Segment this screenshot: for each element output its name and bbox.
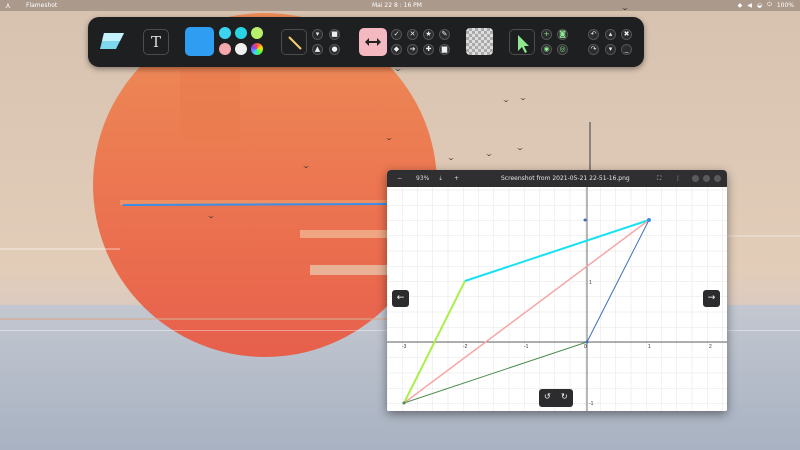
move-up-icon[interactable]: ▴ [605, 29, 616, 40]
cross-icon[interactable]: ✕ [407, 29, 418, 40]
eraser-icon[interactable]: ◆ [391, 44, 402, 55]
rotate-right-button[interactable]: ↻ [561, 392, 568, 401]
color-picker-icon[interactable] [251, 43, 263, 55]
graph-point [585, 340, 589, 344]
line-tool-button[interactable] [281, 29, 307, 55]
x-tick-label: -3 [402, 344, 407, 350]
marker-icon[interactable]: ▾ [312, 29, 323, 40]
maximize-window-button[interactable] [703, 175, 710, 182]
color-swatch-lime[interactable] [251, 27, 263, 39]
top-panel: ⋏ Flameshot Mai 22 8 : 16 PM ◆ ◀ ◒ ⏻ 100… [0, 0, 800, 11]
redo-icon[interactable]: ↷ [588, 44, 599, 55]
graph-point [647, 218, 651, 222]
clock[interactable]: Mai 22 8 : 16 PM [372, 2, 422, 9]
zoom-out-button[interactable]: − [397, 175, 402, 182]
graph-point [402, 401, 406, 405]
battery-level: 100% [776, 1, 794, 9]
selected-color-swatch[interactable] [185, 27, 214, 56]
minimize-window-button[interactable] [692, 175, 699, 182]
text-tool-button[interactable]: T [143, 29, 169, 55]
delete-icon[interactable]: ▆ [439, 44, 450, 55]
camera-icon[interactable]: ◙ [557, 29, 568, 40]
volume-icon[interactable]: ◀ [747, 2, 752, 9]
x-tick-label: 2 [709, 344, 712, 350]
app-menu[interactable]: Flameshot [26, 2, 57, 9]
annotation-toolbar: T ▾ ■ ▲ ● ✓ ✕ ★ ✎ ◆ ➔ ✚ ▆ + ◙ ◉ ◎ ↶ ▴ ✖ … [88, 17, 644, 67]
menu-icon[interactable]: ⋮ [675, 175, 681, 182]
color-swatch-white[interactable] [235, 43, 247, 55]
check-icon[interactable]: ✓ [391, 29, 402, 40]
select-tool-button[interactable] [509, 29, 535, 55]
zoom-in-button[interactable]: + [454, 175, 459, 182]
record-icon[interactable]: ◉ [541, 44, 552, 55]
window-title: Screenshot from 2021-05-21 22-51-16.png [501, 175, 630, 182]
blur-tool-button[interactable] [466, 28, 493, 55]
add-icon[interactable]: + [541, 29, 552, 40]
zoom-level[interactable]: 93% [416, 175, 429, 182]
rotate-controls: ↺ ↻ [539, 389, 573, 407]
y-tick-label: 1 [589, 280, 592, 286]
graph-image: -3 -2 -1 0 1 2 1 -1 [387, 187, 727, 411]
move-down-icon[interactable]: ▾ [605, 44, 616, 55]
undo-icon[interactable]: ↶ [588, 29, 599, 40]
notification-icon[interactable]: ◆ [738, 2, 743, 9]
next-image-button[interactable]: → [703, 290, 720, 307]
cyan-segment [464, 219, 650, 282]
power-icon[interactable]: ⏻ [767, 1, 772, 9]
network-icon[interactable]: ◒ [757, 2, 762, 9]
graph-point [583, 218, 587, 222]
flameshot-logo-icon[interactable] [98, 29, 126, 53]
triangle-icon[interactable]: ▲ [312, 44, 323, 55]
rectangle-icon[interactable]: ■ [329, 29, 340, 40]
circle-icon[interactable]: ● [329, 44, 340, 55]
color-swatch-pink[interactable] [219, 43, 231, 55]
double-arrow-icon [365, 38, 381, 46]
pencil-icon[interactable]: ✎ [439, 29, 450, 40]
line-icon [288, 36, 302, 50]
graph-lines [402, 218, 651, 405]
rotate-left-button[interactable]: ↺ [544, 392, 551, 401]
x-tick-label: 1 [648, 344, 651, 350]
pink-segment [403, 219, 650, 404]
viewer-header: − 93% ⇣ + Screenshot from 2021-05-21 22-… [387, 170, 727, 187]
system-tray[interactable]: ◆ ◀ ◒ ⏻ 100% [738, 1, 794, 9]
close-window-button[interactable] [714, 175, 721, 182]
fullscreen-icon[interactable]: ⛶ [657, 175, 661, 183]
arrow-right-icon[interactable]: ➔ [407, 44, 418, 55]
image-viewer-window: − 93% ⇣ + Screenshot from 2021-05-21 22-… [387, 170, 727, 411]
close-icon[interactable]: ✖ [621, 29, 632, 40]
previous-image-button[interactable]: ← [392, 290, 409, 307]
x-tick-label: -2 [463, 344, 468, 350]
x-tick-label: -1 [524, 344, 529, 350]
color-swatch-cyan[interactable] [235, 27, 247, 39]
zoom-menu-icon[interactable]: ⇣ [438, 175, 443, 182]
cursor-icon [518, 35, 529, 53]
minimize-icon[interactable]: _ [621, 44, 632, 55]
double-arrow-tool-button[interactable] [359, 28, 387, 56]
star-icon[interactable]: ★ [423, 29, 434, 40]
pin-icon[interactable]: ✚ [423, 44, 434, 55]
color-swatch-blue[interactable] [219, 27, 231, 39]
x-tick-label: 0 [584, 344, 587, 350]
y-tick-label: -1 [589, 401, 594, 407]
activities-icon[interactable]: ⋏ [5, 1, 11, 10]
eye-icon[interactable]: ◎ [557, 44, 568, 55]
